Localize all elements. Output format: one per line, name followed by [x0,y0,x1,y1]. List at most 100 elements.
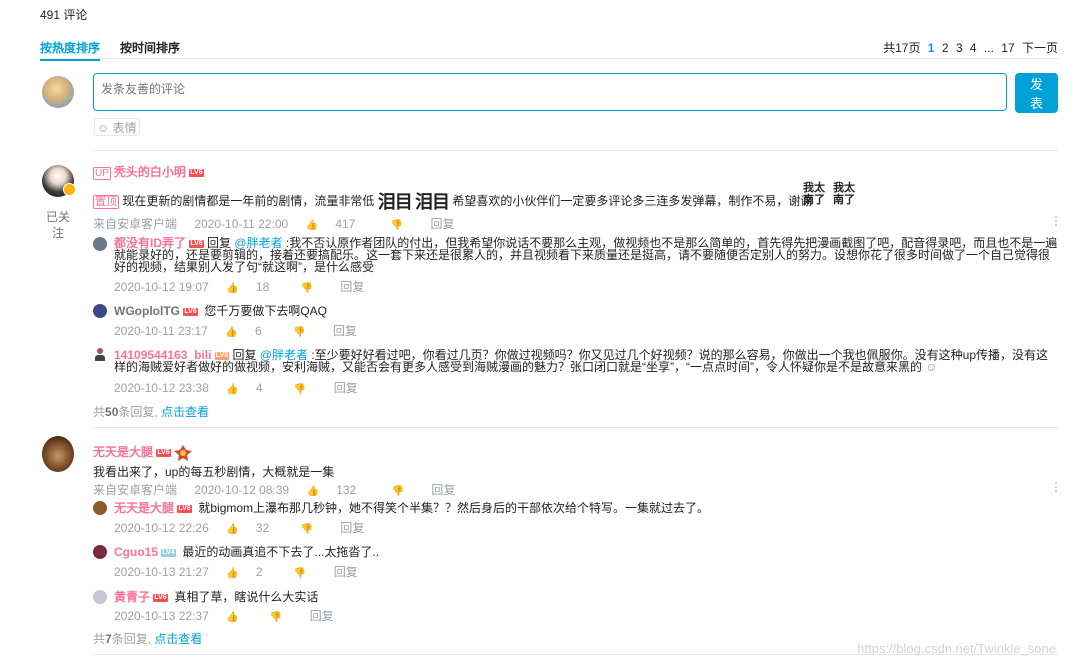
level-badge: LV6 [183,307,198,316]
page-link-2[interactable]: 2 [942,41,949,55]
comment-input[interactable]: 发条友善的评论 [93,73,1007,111]
username[interactable]: 秃头的白小明 [114,165,186,179]
thumb-up-icon: 👍 [226,283,239,294]
level-badge: LV6 [189,168,204,177]
username[interactable]: 无天是大腿 [93,445,153,459]
emoji-button[interactable]: ☺ 表情 [94,118,140,136]
client-source: 来自安卓客户端 [93,217,178,231]
reply-avatar[interactable] [93,348,107,362]
user-avatar[interactable] [42,436,74,472]
reply-button[interactable]: 回复 [340,521,364,535]
emoji-icon: ☺ [925,360,938,374]
thumb-down-icon[interactable]: 👎 [392,486,404,497]
page-link-last[interactable]: 17 [1001,41,1014,55]
reply-meta: 2020-10-12 19:07 👍 18 👎 回复 [114,278,378,295]
comment-meta: 来自安卓客户端 2020-10-12 08:39 👍 132 👎 回复 [93,481,469,498]
reply-meta: 2020-10-12 22:26 👍 32 👎 回复 [114,519,378,536]
follow-button[interactable]: 已关注 [45,209,71,241]
level-badge: LV6 [156,448,171,457]
reply-username[interactable]: WGoplolTG [114,304,180,318]
like-button[interactable]: 👍 [226,609,252,623]
watermark: https://blog.csdn.net/Twinkle_sone [857,641,1056,656]
reply-username[interactable]: 无天是大腿 [114,501,174,515]
comment-time: 2020-10-12 08:39 [194,483,290,497]
thumb-down-icon[interactable]: 👎 [301,283,313,294]
more-options-icon[interactable]: ⋮ [1050,214,1062,228]
divider [93,427,1058,428]
comment-input-placeholder: 发条友善的评论 [101,82,186,96]
thumb-up-icon: 👍 [305,220,319,231]
level-badge: LV5 [214,351,230,360]
like-button[interactable]: 👍 2 [226,565,276,579]
comment-text: 置顶 现在更新的剧情都是一年前的剧情，流量非常低 泪目 泪目 希望喜欢的小伙伴们… [93,192,813,212]
like-button[interactable]: 👍 18 [226,280,283,294]
verified-icon [63,183,76,196]
reply-item: 无天是大腿 LV6 就bigmom上瀑布那几秒钟，她不得笑个半集？？然后身后的干… [114,502,709,514]
reply-time: 2020-10-12 19:07 [114,280,209,294]
reply-text: 您千万要做下去啊QAQ [204,304,328,318]
comment-header: 无天是大腿 LV6 [93,443,193,461]
reply-button[interactable]: 回复 [334,565,358,579]
reply-button[interactable]: 回复 [431,217,455,231]
reply-item: 14109544163_bili LV5 回复 @胖老者 :至少要好好看过吧，你… [114,348,1049,374]
like-button[interactable]: 👍 132 [306,483,370,497]
like-button[interactable]: 👍 4 [226,381,276,395]
reply-item: Cguo15 LV4 最近的动画真追不下去了...太拖沓了.. [114,546,379,558]
thumb-down-icon[interactable]: 👎 [293,327,305,338]
my-avatar[interactable] [42,76,74,108]
tab-sort-time[interactable]: 按时间排序 [120,39,180,56]
reply-button[interactable]: 回复 [431,483,455,497]
page-ellipsis: ... [983,41,994,55]
like-button[interactable]: 👍 32 [226,521,283,535]
thumb-down-icon[interactable]: 👎 [294,384,306,395]
reply-username[interactable]: Cguo15 [114,545,158,559]
view-replies-link[interactable]: 点击查看 [161,405,209,419]
thumb-up-icon: 👍 [226,612,239,623]
submit-comment-button[interactable]: 发表 [1015,73,1058,113]
comment-time: 2020-10-11 22:00 [194,217,289,231]
reply-button[interactable]: 回复 [310,609,334,623]
reply-button[interactable]: 回复 [334,381,358,395]
view-replies-link[interactable]: 点击查看 [154,632,202,646]
reply-text: 最近的动画真追不下去了...太拖沓了.. [182,545,380,559]
reply-item: WGoplolTG LV6 您千万要做下去啊QAQ [114,305,327,317]
reply-time: 2020-10-13 22:37 [114,609,209,623]
reply-avatar[interactable] [93,304,107,318]
reply-avatar[interactable] [93,501,107,515]
reply-meta: 2020-10-11 23:17 👍 6 👎 回复 [114,322,371,339]
tab-sort-hot[interactable]: 按热度排序 [40,39,101,61]
reply-avatar[interactable] [93,237,107,251]
page-link-4[interactable]: 4 [970,41,977,55]
comment-count: 491 评论 [40,8,88,22]
thumb-up-icon: 👍 [306,486,319,497]
client-source: 来自安卓客户端 [93,483,178,497]
thumb-down-icon[interactable]: 👎 [391,220,403,231]
reply-avatar[interactable] [93,590,107,604]
comment-meta: 来自安卓客户端 2020-10-11 22:00 👍 417 👎 回复 [93,215,469,232]
reply-text: 真相了草，瞎说什么大实话 [174,590,319,604]
reply-text: 就bigmom上瀑布那几秒钟，她不得笑个半集？？然后身后的干部依次给个特写。一集… [198,501,710,515]
like-button[interactable]: 👍 6 [225,324,275,338]
level-badge: LV4 [161,548,176,557]
reply-meta: 2020-10-12 23:38 👍 4 👎 回复 [114,379,372,396]
pinned-badge: 置顶 [93,195,119,209]
level-badge: LV6 [189,239,204,248]
reply-avatar[interactable] [93,545,107,559]
next-page-button[interactable]: 下一页 [1022,41,1058,55]
thumb-down-icon[interactable]: 👎 [301,524,313,535]
more-options-icon[interactable]: ⋮ [1050,480,1062,494]
level-badge: LV6 [153,593,168,602]
comment-text: 我看出来了，up的每五秒剧情，大概就是一集 [93,465,335,479]
up-badge: UP [93,167,111,180]
reply-button[interactable]: 回复 [340,280,364,294]
reply-time: 2020-10-12 22:26 [114,521,209,535]
reply-username[interactable]: 黄青子 [114,590,150,604]
reply-button[interactable]: 回复 [333,324,357,338]
reply-time: 2020-10-11 23:17 [114,324,208,338]
page-link-1[interactable]: 1 [928,41,935,55]
thumb-down-icon[interactable]: 👎 [270,612,282,623]
divider [93,150,1058,151]
page-link-3[interactable]: 3 [956,41,963,55]
thumb-down-icon[interactable]: 👎 [294,568,306,579]
like-button[interactable]: 👍 417 [306,217,370,231]
